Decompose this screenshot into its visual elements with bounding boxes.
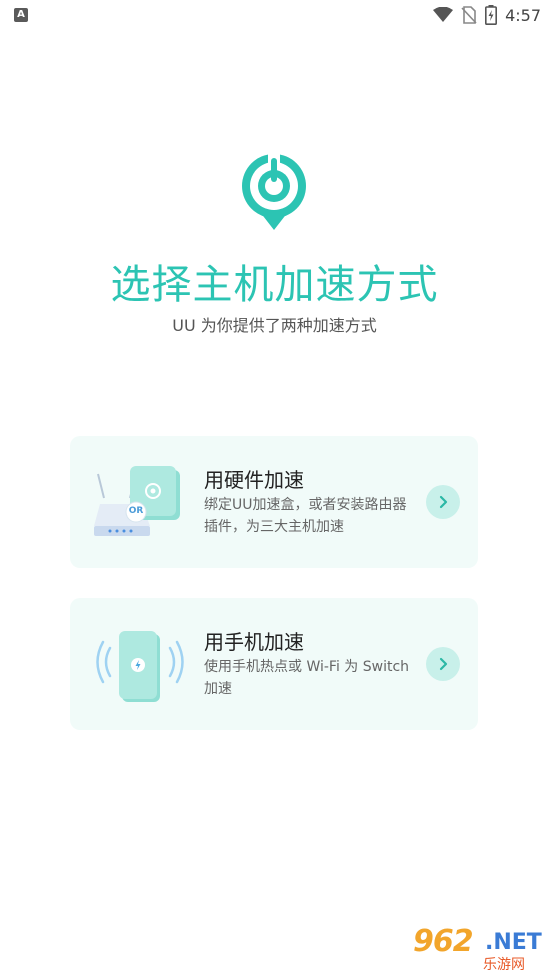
- watermark-number: 962: [413, 924, 474, 959]
- status-bar: A 4:57: [0, 0, 549, 32]
- wifi-icon: [433, 7, 454, 22]
- status-time: 4:57: [505, 5, 541, 25]
- phone-acceleration-option[interactable]: 用手机加速 使用手机热点或 Wi-Fi 为 Switch 加速: [70, 598, 478, 730]
- watermark-chinese: 乐游网: [483, 957, 525, 973]
- router-box-icon: [94, 466, 180, 536]
- option-title: 用手机加速: [204, 630, 304, 654]
- notification-app-icon: A: [14, 8, 28, 22]
- site-watermark: 962 .NET 乐游网: [407, 924, 543, 973]
- status-icons: 4:57: [433, 4, 541, 26]
- uu-logo-icon: [242, 152, 306, 230]
- battery-charging-icon: [485, 5, 498, 25]
- no-sim-icon: [461, 6, 477, 24]
- phone-hotspot-icon: [96, 631, 184, 702]
- option-arrow-button[interactable]: [426, 485, 460, 519]
- chevron-right-icon: [439, 495, 448, 509]
- chevron-right-icon: [439, 657, 448, 671]
- option-description: 使用手机热点或 Wi-Fi 为 Switch 加速: [204, 659, 410, 697]
- page-title: 选择主机加速方式: [110, 262, 439, 308]
- option-description: 绑定UU加速盒，或者安装路由器插件，为三大主机加速: [204, 497, 407, 535]
- option-title: 用硬件加速: [204, 468, 304, 492]
- option-arrow-button[interactable]: [426, 647, 460, 681]
- page-subtitle: UU 为你提供了两种加速方式: [172, 316, 377, 335]
- hardware-acceleration-option[interactable]: OR 用硬件加速 绑定UU加速盒，或者安装路由器插件，为三大主机加速: [70, 436, 478, 568]
- or-badge: OR: [128, 506, 144, 516]
- watermark-suffix: .NET: [485, 930, 542, 955]
